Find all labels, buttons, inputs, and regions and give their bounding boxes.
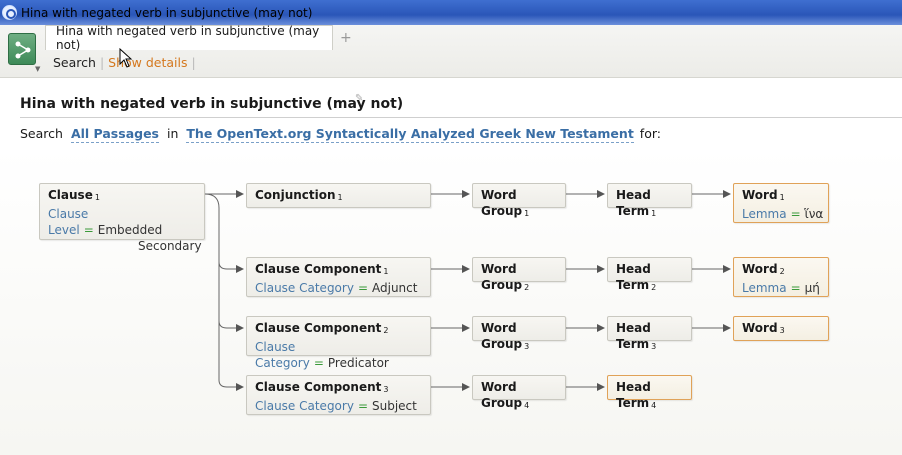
node-index: 1: [337, 193, 343, 202]
node-head-term-2[interactable]: Head Term 2: [607, 257, 692, 292]
node-head-term-1[interactable]: Head Term 1: [607, 183, 692, 218]
node-name: Word Group: [481, 321, 523, 351]
node-name: Conjunction: [255, 188, 336, 202]
node-name: Word Group: [481, 262, 523, 292]
node-index: 3: [524, 342, 530, 351]
node-word-group-2[interactable]: Word Group 2: [472, 257, 566, 292]
node-equals: =: [83, 223, 94, 237]
pencil-icon[interactable]: ✎: [355, 93, 363, 104]
node-clause-component-1[interactable]: Clause Component 1 Clause Category = Adjunc…: [246, 257, 431, 297]
node-name: Word: [742, 321, 778, 335]
node-value: ἵνα: [804, 207, 824, 221]
node-name: Head Term: [616, 262, 651, 292]
node-index: 2: [779, 267, 785, 276]
page-title: Hina with negated verb in subjunctive (m…: [20, 96, 404, 112]
toolbar-separator: |: [99, 55, 105, 70]
tab-label: Hina with negated verb in subjunctive (m…: [56, 24, 320, 52]
search-scope-line: Search All Passages in The OpenText.org …: [20, 126, 661, 143]
node-index: 2: [524, 283, 530, 292]
tab-search-result[interactable]: Hina with negated verb in subjunctive (m…: [45, 24, 333, 52]
node-equals: =: [790, 207, 801, 221]
node-value: Adjunct: [372, 281, 418, 295]
query-diagram: Clause 1 Clause Level = Embedded Secondary …: [0, 148, 902, 455]
mouse-cursor-icon: [119, 48, 133, 68]
node-head-term-3[interactable]: Head Term 3: [607, 316, 692, 351]
window-title: Hina with negated verb in subjunctive (m…: [21, 5, 313, 20]
search-in-label: in: [167, 126, 179, 141]
node-equals: =: [313, 356, 324, 370]
node-name: Head Term: [616, 321, 651, 351]
node-property: Lemma: [742, 207, 787, 221]
node-equals: =: [790, 281, 801, 295]
node-name: Clause Component: [255, 321, 382, 335]
passages-dropdown[interactable]: All Passages: [70, 126, 159, 143]
title-divider: [20, 117, 902, 118]
node-index: 1: [651, 209, 657, 218]
node-word-1[interactable]: Word 1 Lemma = ἵνα: [733, 183, 829, 223]
node-index: 2: [383, 326, 389, 335]
node-index: 3: [779, 326, 785, 335]
panel-menu-arrow-icon[interactable]: ▼: [35, 65, 40, 73]
node-word-group-1[interactable]: Word Group 1: [472, 183, 566, 218]
node-word-group-3[interactable]: Word Group 3: [472, 316, 566, 351]
node-property: Clause Category: [255, 281, 354, 295]
node-name: Word Group: [481, 188, 523, 218]
node-index: 1: [383, 267, 389, 276]
node-property: Clause Category: [255, 399, 354, 413]
node-word-group-4[interactable]: Word Group 4: [472, 375, 566, 410]
node-name: Clause: [48, 188, 93, 202]
node-index: 1: [524, 209, 530, 218]
node-value: μή: [804, 281, 820, 295]
search-prefix: Search: [20, 126, 63, 141]
add-tab-button[interactable]: +: [340, 30, 352, 46]
node-value: Secondary: [138, 239, 202, 253]
node-property: Lemma: [742, 281, 787, 295]
node-word-2[interactable]: Word 2 Lemma = μή: [733, 257, 829, 297]
node-equals: =: [357, 281, 368, 295]
node-index: 4: [651, 401, 657, 410]
node-name: Word: [742, 262, 778, 276]
node-index: 4: [524, 401, 530, 410]
node-property: Clause Level: [48, 207, 89, 237]
node-value: Predicator: [327, 356, 389, 370]
node-clause-component-3[interactable]: Clause Component 3 Clause Category = Subjec…: [246, 375, 431, 415]
node-index: 2: [651, 283, 657, 292]
node-name: Word Group: [481, 380, 523, 410]
node-conjunction[interactable]: Conjunction 1: [246, 183, 431, 208]
node-index: 3: [651, 342, 657, 351]
node-name: Clause Component: [255, 380, 382, 394]
app-icon: [2, 5, 17, 20]
node-word-3[interactable]: Word 3: [733, 316, 829, 341]
resource-dropdown[interactable]: The OpenText.org Syntactically Analyzed …: [186, 126, 634, 143]
search-for-label: for:: [639, 126, 661, 141]
search-button[interactable]: Search: [53, 55, 96, 70]
search-panel-icon[interactable]: [8, 33, 36, 65]
node-value: Subject: [372, 399, 417, 413]
window-titlebar: Hina with negated verb in subjunctive (m…: [0, 0, 902, 25]
node-index: 3: [383, 385, 389, 394]
node-name: Head Term: [616, 188, 651, 218]
node-index: 1: [94, 193, 100, 202]
node-head-term-4[interactable]: Head Term 4: [607, 375, 692, 410]
toolbar-separator: |: [191, 55, 196, 70]
node-clause[interactable]: Clause 1 Clause Level = Embedded Secondary: [39, 183, 205, 253]
node-index: 1: [779, 193, 785, 202]
node-name: Head Term: [616, 380, 651, 410]
node-equals: =: [357, 399, 368, 413]
node-value: Embedded: [97, 223, 163, 237]
node-clause-component-2[interactable]: Clause Component 2 Clause Category = Predic…: [246, 316, 431, 370]
panel-header: ▼ Hina with negated verb in subjunctive …: [0, 24, 902, 78]
node-name: Word: [742, 188, 778, 202]
node-property: Clause Category: [255, 340, 310, 370]
node-name: Clause Component: [255, 262, 382, 276]
